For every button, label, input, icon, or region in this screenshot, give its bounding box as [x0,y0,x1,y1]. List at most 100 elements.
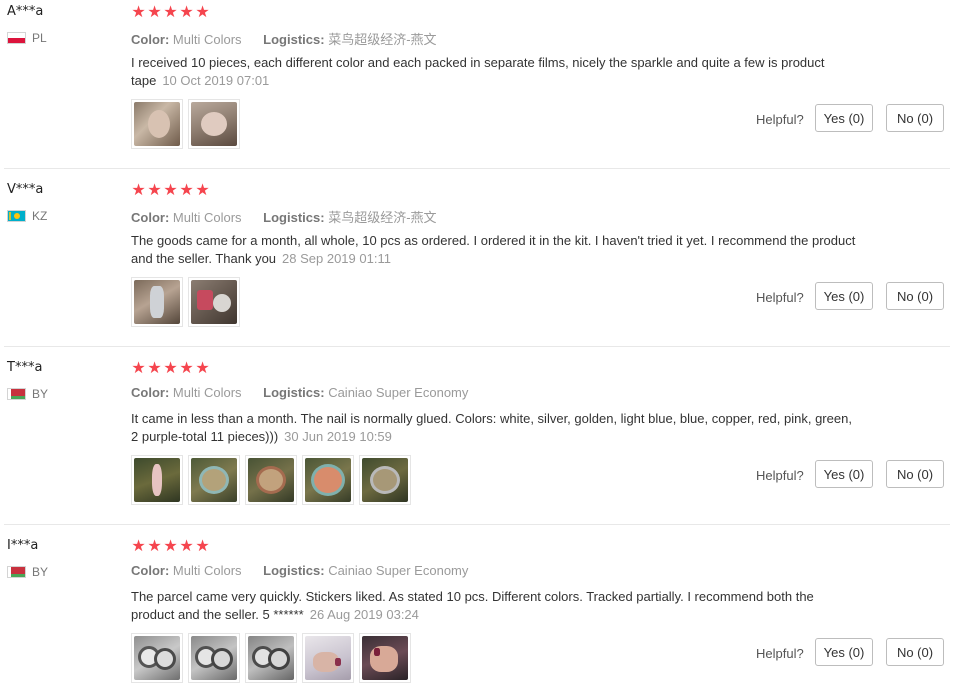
logistics-label: Logistics: [263,32,325,47]
helpful-yes-button[interactable]: Yes (0) [815,282,873,310]
logistics-value: 菜鸟超级经济-燕文 [328,210,437,225]
reviewer-name: V***a [7,182,44,197]
helpful-no-button[interactable]: No (0) [886,282,944,310]
review-item: T***a BY ★ ★ ★ ★ ★ Color: Multi Colors Logis… [0,356,954,534]
review-item: V***a KZ ★ ★ ★ ★ ★ Color: Multi Colors Logis… [0,178,954,356]
star-icon: ★ [131,180,146,199]
reviewer-country: BY [7,564,48,580]
reviewer-country: KZ [7,208,47,224]
helpful-yes-button[interactable]: Yes (0) [815,104,873,132]
review-photo[interactable] [188,633,240,683]
star-icon: ★ [147,2,162,21]
star-icon: ★ [163,536,178,555]
review-photo[interactable] [359,455,411,505]
star-icon: ★ [195,536,210,555]
review-text: I received 10 pieces, each different col… [131,54,856,90]
helpful-yes-button[interactable]: Yes (0) [815,460,873,488]
helpful-yes-button[interactable]: Yes (0) [815,638,873,666]
review-photos [131,277,240,327]
review-photo[interactable] [359,633,411,683]
review-photo[interactable] [302,633,354,683]
review-photo[interactable] [188,99,240,149]
belarus-flag-icon [7,388,26,400]
logistics-value: 菜鸟超级经济-燕文 [328,32,437,47]
review-text: The parcel came very quickly. Stickers l… [131,588,856,624]
poland-flag-icon [7,32,26,44]
star-icon: ★ [179,2,194,21]
review-attributes: Color: Multi Colors Logistics: 菜鸟超级经济-燕文 [131,207,437,226]
review-photo[interactable] [131,277,183,327]
review-body: The goods came for a month, all whole, 1… [131,233,856,266]
review-divider [4,168,950,169]
helpful-label: Helpful? [756,468,804,483]
star-icon: ★ [131,358,146,377]
review-attributes: Color: Multi Colors Logistics: Cainiao S… [131,385,468,400]
color-label: Color: [131,32,170,47]
review-divider [4,524,950,525]
star-rating: ★ ★ ★ ★ ★ [131,359,210,377]
logistics-value: Cainiao Super Economy [328,385,469,400]
review-photo[interactable] [302,455,354,505]
country-code: PL [32,31,47,45]
star-icon: ★ [179,180,194,199]
review-body: The parcel came very quickly. Stickers l… [131,589,814,622]
helpful-no-button[interactable]: No (0) [886,104,944,132]
helpful-label: Helpful? [756,290,804,305]
star-icon: ★ [195,2,210,21]
color-value: Multi Colors [172,210,242,225]
logistics-label: Logistics: [263,210,325,225]
review-date: 30 Jun 2019 10:59 [284,429,392,444]
star-icon: ★ [147,358,162,377]
star-icon: ★ [131,536,146,555]
helpful-label: Helpful? [756,646,804,661]
kazakhstan-flag-icon [7,210,26,222]
review-text: It came in less than a month. The nail i… [131,410,856,446]
reviewer-name: A***a [7,4,44,19]
review-text: The goods came for a month, all whole, 1… [131,232,856,268]
star-rating: ★ ★ ★ ★ ★ [131,537,210,555]
star-icon: ★ [163,180,178,199]
star-icon: ★ [179,358,194,377]
review-item: I***a BY ★ ★ ★ ★ ★ Color: Multi Colors Logis… [0,534,954,688]
star-rating: ★ ★ ★ ★ ★ [131,3,210,21]
star-icon: ★ [179,536,194,555]
color-value: Multi Colors [172,563,242,578]
logistics-value: Cainiao Super Economy [328,563,469,578]
belarus-flag-icon [7,566,26,578]
review-photos [131,455,411,505]
reviewer-name: T***a [7,360,43,375]
review-photo[interactable] [188,277,240,327]
review-photo[interactable] [131,99,183,149]
color-label: Color: [131,563,170,578]
review-photo[interactable] [245,633,297,683]
star-rating: ★ ★ ★ ★ ★ [131,181,210,199]
star-icon: ★ [195,358,210,377]
review-photo[interactable] [131,455,183,505]
color-label: Color: [131,385,170,400]
review-date: 28 Sep 2019 01:11 [282,251,391,266]
helpful-no-button[interactable]: No (0) [886,638,944,666]
review-photo[interactable] [245,455,297,505]
review-date: 26 Aug 2019 03:24 [309,607,419,622]
logistics-label: Logistics: [263,563,325,578]
review-photos [131,99,240,149]
helpful-no-button[interactable]: No (0) [886,460,944,488]
reviewer-name: I***a [7,538,39,553]
reviewer-country: PL [7,30,47,46]
review-date: 10 Oct 2019 07:01 [162,73,270,88]
country-code: KZ [32,209,48,223]
star-icon: ★ [163,2,178,21]
star-icon: ★ [147,180,162,199]
review-item: A***a PL ★ ★ ★ ★ ★ Color: Multi Colors Logis… [0,0,954,178]
review-divider [4,346,950,347]
star-icon: ★ [131,2,146,21]
review-photo[interactable] [188,455,240,505]
review-attributes: Color: Multi Colors Logistics: 菜鸟超级经济-燕文 [131,29,437,48]
star-icon: ★ [195,180,210,199]
country-code: BY [32,565,49,579]
review-attributes: Color: Multi Colors Logistics: Cainiao S… [131,563,468,578]
helpful-label: Helpful? [756,112,804,127]
color-label: Color: [131,210,170,225]
review-photo[interactable] [131,633,183,683]
reviewer-country: BY [7,386,48,402]
